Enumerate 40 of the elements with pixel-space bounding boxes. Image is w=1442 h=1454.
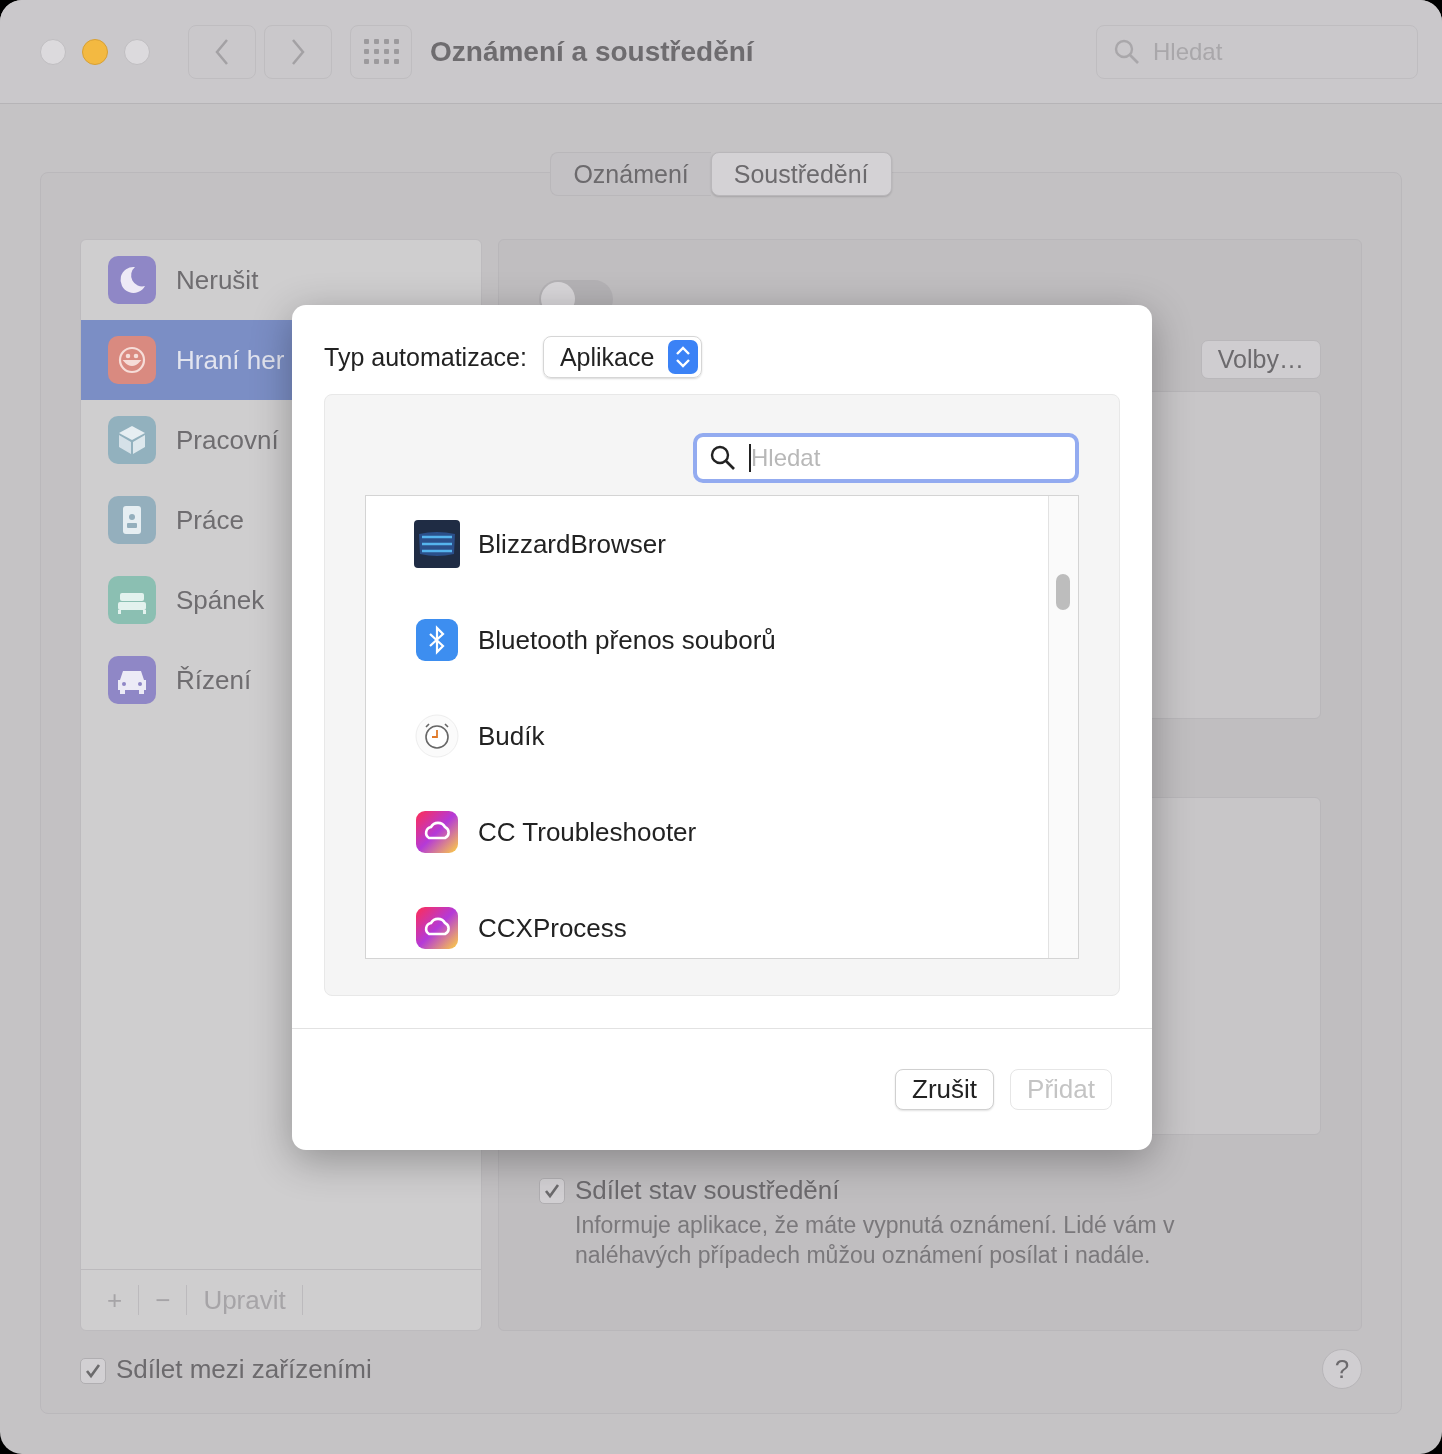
search-icon: [709, 444, 737, 472]
creative-cloud-icon: [414, 907, 460, 949]
window-title: Oznámení a soustředění: [430, 35, 756, 68]
grid-icon: [362, 36, 400, 67]
description-text: Informuje aplikace, že máte vypnutá oznámení. Lidé vám v naléhavých případech můžou oznámení posílat i nadále.: [575, 1211, 1176, 1270]
zoom-button[interactable]: [124, 38, 150, 65]
tab[interactable]: Soustředění: [710, 152, 892, 196]
popup-button[interactable]: Aplikace: [542, 336, 703, 378]
scrollbar-thumb[interactable]: [1056, 574, 1070, 610]
sidebar-item[interactable]: Nerušit: [81, 240, 481, 320]
close-button[interactable]: [40, 38, 66, 65]
checkbox[interactable]: [80, 1357, 106, 1384]
bluetooth-icon: [414, 619, 460, 661]
id-badge-icon: [108, 496, 156, 544]
search-icon: [1113, 37, 1141, 66]
blizzard-icon: [414, 520, 460, 568]
tab[interactable]: Oznámení: [550, 152, 711, 196]
checkbox-label: Sdílet mezi zařízeními: [116, 1353, 372, 1385]
show-all-button[interactable]: [350, 24, 412, 79]
checkbox[interactable]: [539, 1178, 565, 1204]
cube-icon: [108, 416, 156, 464]
sidebar-item[interactable]: Pracovní: [81, 400, 481, 480]
forward-button[interactable]: [264, 24, 332, 79]
moon-icon: [108, 256, 156, 304]
checkbox-label: Sdílet stav soustředění: [575, 1175, 841, 1206]
app-list-item[interactable]: CCXProcess: [414, 880, 1048, 976]
checkmark-icon: [543, 1182, 561, 1200]
smiley-icon: [108, 336, 156, 384]
stepper-arrows-icon: [668, 340, 699, 374]
app-list-item[interactable]: CC Troubleshooter: [414, 784, 1048, 880]
back-button[interactable]: [188, 24, 256, 79]
options-button[interactable]: Volby…: [1200, 340, 1321, 379]
creative-cloud-icon: [414, 811, 460, 853]
bed-icon: [108, 576, 156, 624]
alarm-clock-icon: [414, 714, 460, 758]
dialog-button[interactable]: Zrušit: [895, 1069, 995, 1110]
search-field[interactable]: Hledat: [693, 433, 1079, 483]
car-icon: [108, 656, 156, 704]
minimize-button[interactable]: [82, 38, 108, 65]
help-button[interactable]: ?: [1322, 1349, 1362, 1389]
